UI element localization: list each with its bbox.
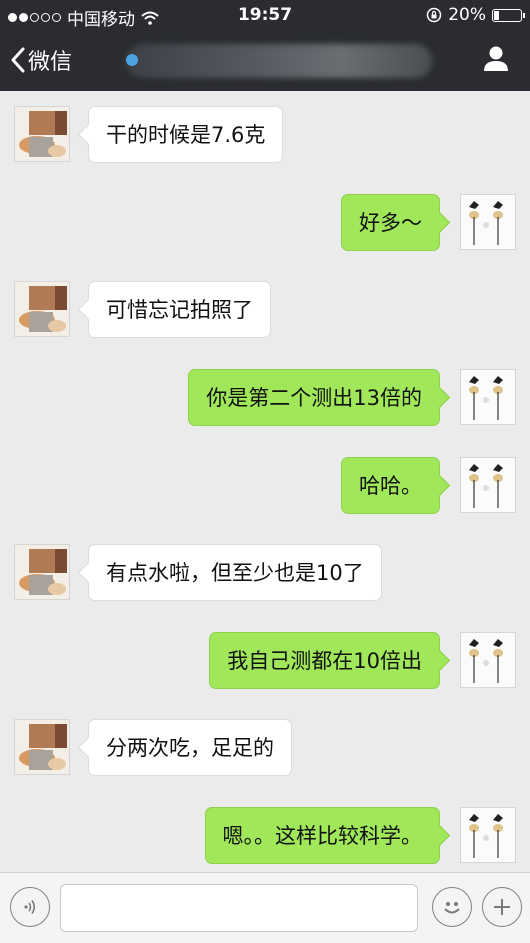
status-bar: 中国移动 19:57 20% [0,0,530,30]
message-text: 干的时候是7.6克 [106,123,266,147]
received-message-bubble[interactable]: 有点水啦，但至少也是10了 [88,544,382,601]
nav-bar: 微信 [0,30,530,91]
message-text: 可惜忘记拍照了 [106,298,253,322]
back-label: 微信 [28,50,73,75]
sent-message-bubble[interactable]: 好多～ [341,194,440,251]
contact-avatar[interactable] [14,281,70,337]
received-message-bubble[interactable]: 分两次吃，足足的 [88,719,292,776]
received-message-bubble[interactable]: 可惜忘记拍照了 [88,281,271,338]
chat-messages[interactable]: 干的时候是7.6克 好多～ 可惜忘记拍照了 你是第二个测出13倍的 哈哈。 有点… [0,91,530,872]
my-avatar[interactable] [460,369,516,425]
contact-status-dot [126,54,138,66]
input-bar [0,872,530,943]
emoji-icon [444,902,460,914]
message-text: 有点水啦，但至少也是10了 [106,561,364,585]
sent-message-bubble[interactable]: 嗯。。这样比较科学。 [204,807,440,864]
chat-title-redacted [126,44,432,78]
profile-button[interactable] [482,44,510,76]
contact-avatar[interactable] [14,719,70,775]
message-text: 好多～ [359,211,422,235]
battery-icon [492,8,525,22]
chevron-left-icon [11,47,25,73]
voice-icon [24,900,36,914]
rotation-lock-icon [426,7,442,23]
add-button[interactable] [482,887,522,927]
message-input[interactable] [60,884,418,932]
sent-message-bubble[interactable]: 哈哈。 [341,457,440,514]
sent-message-bubble[interactable]: 我自己测都在10倍出 [209,632,440,689]
back-button[interactable]: 微信 [10,44,72,76]
message-text: 嗯。。这样比较科学。 [222,824,423,848]
my-avatar[interactable] [460,807,516,863]
message-text: 我自己测都在10倍出 [227,649,422,673]
battery-percent: 20% [448,5,486,25]
emoji-button[interactable] [432,887,472,927]
my-avatar[interactable] [460,194,516,250]
message-text: 哈哈。 [359,474,422,498]
sent-message-bubble[interactable]: 你是第二个测出13倍的 [188,369,440,426]
voice-button[interactable] [10,887,50,927]
contact-avatar[interactable] [14,106,70,162]
my-avatar[interactable] [460,632,516,688]
message-text: 你是第二个测出13倍的 [206,386,422,410]
contact-avatar[interactable] [14,544,70,600]
message-text: 分两次吃，足足的 [106,736,274,760]
received-message-bubble[interactable]: 干的时候是7.6克 [88,106,284,163]
person-icon [484,46,508,71]
my-avatar[interactable] [460,457,516,513]
plus-icon [494,899,510,915]
